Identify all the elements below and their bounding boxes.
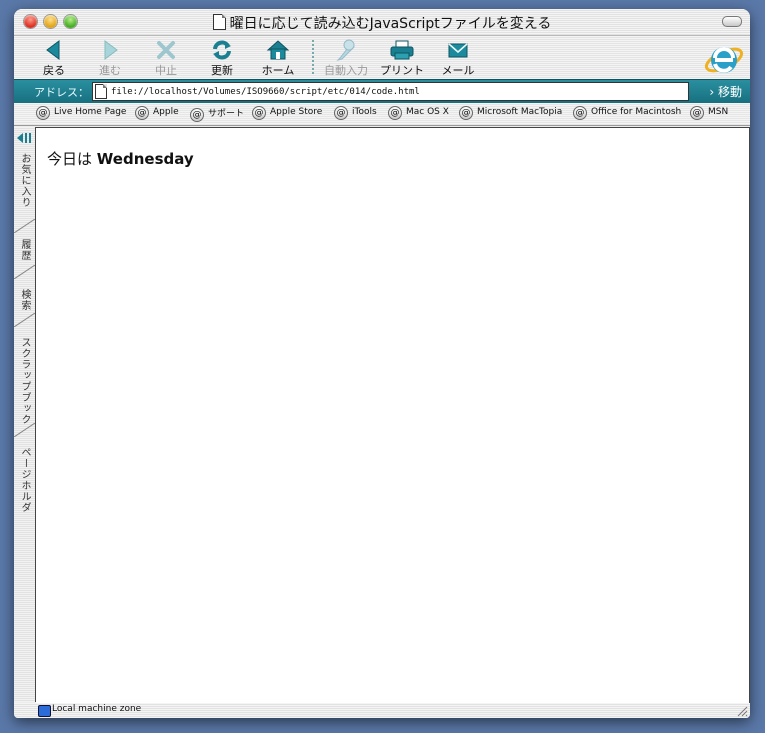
document-icon xyxy=(212,14,226,30)
at-icon: @ xyxy=(36,106,50,120)
security-zone-label: Local machine zone xyxy=(52,704,142,714)
explorer-bar-tabs: お気に入り 履歴 検索 スクラップブック ページホルダ xyxy=(14,127,36,702)
refresh-icon xyxy=(213,40,231,60)
at-icon: @ xyxy=(459,106,473,120)
at-icon: @ xyxy=(252,106,266,120)
autofill-label: 自動入力 xyxy=(324,64,368,77)
back-label: 戻る xyxy=(43,64,65,77)
favorite-office-for-macintosh[interactable]: @ Office for Macintosh xyxy=(573,106,681,120)
print-button[interactable]: プリント xyxy=(372,38,432,78)
status-bar: Local machine zone xyxy=(14,703,750,718)
favorite-msn[interactable]: @ MSN xyxy=(690,106,728,120)
mail-button[interactable]: メール xyxy=(428,38,488,78)
internet-explorer-logo xyxy=(704,47,744,73)
go-button[interactable]: › 移動 xyxy=(709,83,742,100)
stop-label: 中止 xyxy=(155,64,177,77)
favorite-apple-store[interactable]: @ Apple Store xyxy=(252,106,322,120)
refresh-button[interactable]: 更新 xyxy=(192,38,252,78)
tab-favorites[interactable]: お気に入り xyxy=(14,153,35,233)
tab-scrapbook-label: スクラップブック xyxy=(19,337,30,425)
at-icon: @ xyxy=(135,106,149,120)
mail-label: メール xyxy=(441,64,475,77)
resize-grip-icon[interactable] xyxy=(736,705,748,717)
address-label: アドレス： xyxy=(34,86,89,99)
address-field[interactable] xyxy=(92,82,689,101)
day-message: 今日は Wednesday xyxy=(47,148,194,169)
browser-window: 曜日に応じて読み込むJavaScriptファイルを変える 戻る 進む 中止 更新… xyxy=(14,9,750,718)
forward-arrow-icon xyxy=(104,40,118,60)
home-label: ホーム xyxy=(261,64,295,77)
autofill-button[interactable]: 自動入力 xyxy=(316,38,376,78)
day-name: Wednesday xyxy=(96,150,194,168)
autofill-pen-icon xyxy=(336,39,355,61)
home-icon xyxy=(266,40,290,60)
favorite-itools[interactable]: @ iTools xyxy=(334,106,377,120)
explorer-bar-toggle-icon[interactable] xyxy=(16,131,32,145)
stop-button[interactable]: 中止 xyxy=(136,38,196,78)
url-input[interactable] xyxy=(111,84,681,99)
forward-button[interactable]: 進む xyxy=(80,38,140,78)
tab-scrapbook[interactable]: スクラップブック xyxy=(14,337,35,437)
tab-page-holder-label: ページホルダ xyxy=(19,447,30,513)
favorite-support[interactable]: @ サポート xyxy=(190,106,244,122)
stop-x-icon xyxy=(157,41,175,59)
window-title-wrap: 曜日に応じて読み込むJavaScriptファイルを変える xyxy=(14,13,750,33)
tab-history[interactable]: 履歴 xyxy=(14,239,35,279)
tab-history-label: 履歴 xyxy=(19,239,30,261)
at-icon: @ xyxy=(190,108,204,122)
tab-favorites-label: お気に入り xyxy=(19,153,30,208)
tab-divider xyxy=(14,219,35,233)
favorite-microsoft-mactopia[interactable]: @ Microsoft MacTopia xyxy=(459,106,562,120)
address-bar: アドレス： › 移動 xyxy=(14,79,750,104)
favorites-bar: @ Live Home Page @ Apple @ サポート @ Apple Stor… xyxy=(14,103,750,126)
toolbar-toggle-button[interactable] xyxy=(722,16,742,27)
toolbar: 戻る 進む 中止 更新 ホーム 自動入力 プリント メール xyxy=(14,36,750,82)
tab-page-holder[interactable]: ページホルダ xyxy=(14,447,35,527)
window-title: 曜日に応じて読み込むJavaScriptファイルを変える xyxy=(229,16,552,32)
at-icon: @ xyxy=(573,106,587,120)
favorite-mac-os-x[interactable]: @ Mac OS X xyxy=(388,106,449,120)
security-zone-icon xyxy=(38,705,51,717)
tab-search-label: 検索 xyxy=(19,289,30,311)
favorite-apple[interactable]: @ Apple xyxy=(135,106,179,120)
at-icon: @ xyxy=(690,106,704,120)
tab-divider xyxy=(14,423,35,437)
page-proxy-icon[interactable] xyxy=(95,84,107,99)
day-prefix: 今日は xyxy=(47,150,93,168)
mail-envelope-icon xyxy=(448,43,468,58)
tab-divider xyxy=(14,265,35,279)
toolbar-separator xyxy=(312,40,314,74)
tab-search[interactable]: 検索 xyxy=(14,289,35,327)
home-button[interactable]: ホーム xyxy=(248,38,308,78)
title-bar[interactable]: 曜日に応じて読み込むJavaScriptファイルを変える xyxy=(14,9,750,36)
back-arrow-icon xyxy=(46,40,60,60)
at-icon: @ xyxy=(334,106,348,120)
back-button[interactable]: 戻る xyxy=(24,38,84,78)
refresh-label: 更新 xyxy=(211,64,233,77)
tab-divider xyxy=(14,313,35,327)
page-content: 今日は Wednesday xyxy=(36,127,750,704)
go-label: 移動 xyxy=(717,85,742,99)
forward-label: 進む xyxy=(99,64,121,77)
print-label: プリント xyxy=(380,64,424,77)
favorite-live-home-page[interactable]: @ Live Home Page xyxy=(36,106,126,120)
at-icon: @ xyxy=(388,106,402,120)
printer-icon xyxy=(390,40,414,60)
